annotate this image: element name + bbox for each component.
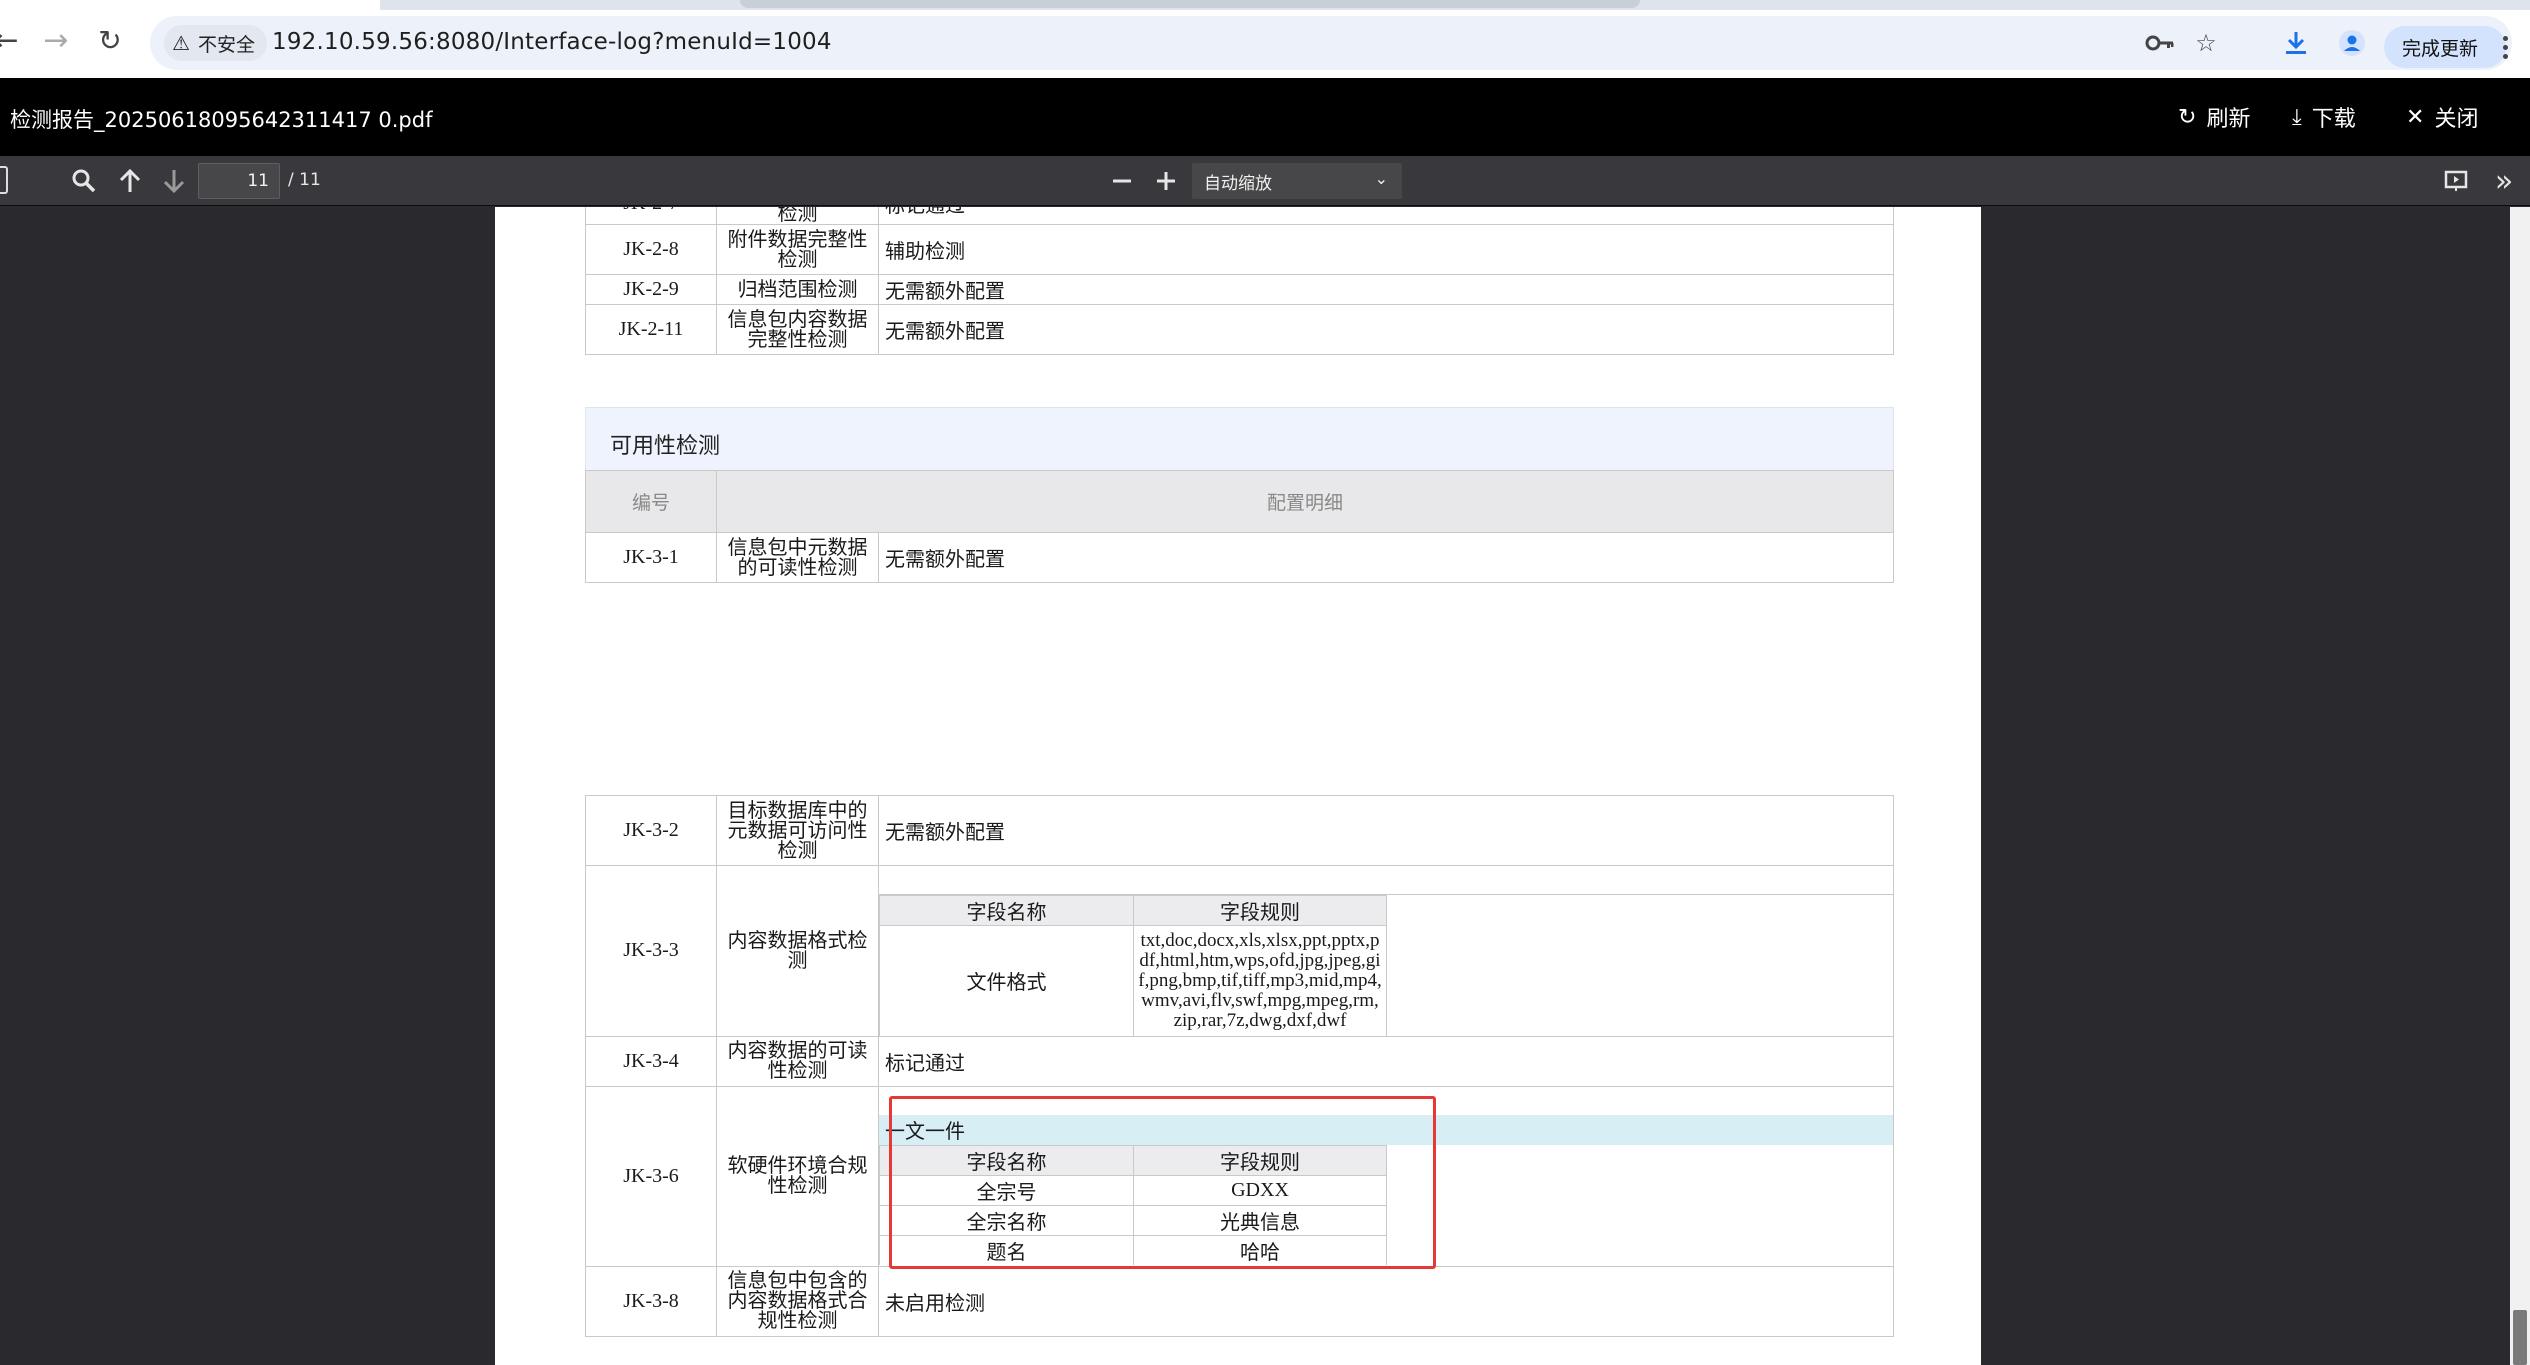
row-value: 辅助检测 [878,224,1894,275]
table-row: JK-2-8 附件数据完整性检测 辅助检测 [585,224,1894,275]
previous-page-icon[interactable] [112,164,148,198]
row-code: JK-2-11 [585,304,717,355]
row-value: 标记通过 [878,1035,1894,1087]
page-total: / 11 [288,170,321,190]
row-code: JK-2-8 [585,224,717,275]
security-chip[interactable]: ⚠ 不安全 [164,25,267,61]
vertical-scrollbar[interactable] [2510,207,2530,1365]
row-name: 附件数据完整性检测 [716,224,879,275]
table-row: JK-2-11 信息包内容数据完整性检测 无需额外配置 [585,304,1894,355]
row-name: 目标数据库中的元数据可访问性检测 [716,795,879,866]
security-label: 不安全 [197,33,255,56]
zoom-out-icon[interactable] [1104,164,1140,198]
file-name: 检测报告_20250618095642311417 0.pdf [10,108,433,132]
table-header: 编号 配置明细 [585,470,1894,533]
row-value: 无需额外配置 [878,795,1894,866]
row-value: 标记通过 [878,207,1894,225]
row-value: 未启用检测 [878,1265,1894,1337]
row-code: JK-3-6 [585,1085,717,1267]
page-number-input[interactable] [198,163,280,199]
refresh-label: 刷新 [2206,107,2251,132]
col-field-name: 字段名称 [879,895,1134,926]
forward-arrow-icon[interactable]: → [36,20,76,60]
presentation-mode-icon[interactable] [2438,164,2474,198]
password-key-icon[interactable] [2144,27,2176,59]
url-text[interactable]: 192.10.59.56:8080/Interface-log?menuId=1… [272,29,832,55]
refresh-icon: ↻ [2178,104,2197,130]
row-code: JK-2-9 [585,274,717,305]
browser-toolbar: ← → ↻ ⚠ 不安全 192.10.59.56:8080/Interface-… [0,10,2530,78]
inactive-tab[interactable] [740,0,1640,8]
header-code: 编号 [585,470,717,533]
download-icon: ⤓ [2292,104,2302,130]
browser-menu-icon[interactable] [2490,26,2520,68]
search-icon[interactable] [66,164,102,198]
table-row: JK-3-3 内容数据格式检测 字段名称 字段规则 文件格式 txt,doc,d… [585,865,1894,1037]
row-detail: 字段名称 字段规则 文件格式 txt,doc,docx,xls,xlsx,ppt… [878,865,1894,1037]
tools-menu-icon[interactable]: » [2486,164,2522,199]
table-row: JK-3-4 内容数据的可读性检测 标记通过 [585,1035,1894,1087]
table-row: JK-3-8 信息包中包含的内容数据格式合规性检测 未启用检测 [585,1265,1894,1337]
field-name: 文件格式 [879,925,1134,1036]
download-label: 下载 [2311,107,2356,132]
row-code: JK-3-8 [585,1265,717,1337]
row-name: 归档范围检测 [716,274,879,305]
bookmark-star-icon[interactable]: ☆ [2190,27,2222,59]
close-label: 关闭 [2434,107,2479,132]
row-code: JK-3-1 [585,532,717,583]
zoom-label: 自动缩放 [1204,173,1272,194]
row-value: 无需额外配置 [878,304,1894,355]
table-row: JK-3-2 目标数据库中的元数据可访问性检测 无需额外配置 [585,795,1894,866]
integrity-table: JK-2-7 内容数据完整性检测 标记通过 JK-2-8 附件数据完整性检测 辅… [585,207,1894,355]
format-rules-table: 字段名称 字段规则 文件格式 txt,doc,docx,xls,xlsx,ppt… [879,895,1387,1036]
warning-icon: ⚠ [172,31,190,55]
close-button[interactable]: ✕ 关闭 [2406,102,2479,133]
row-name: 信息包中元数据的可读性检测 [716,532,879,583]
highlight-annotation [889,1096,1436,1269]
table-row: JK-2-9 归档范围检测 无需额外配置 [585,274,1894,305]
sidebar-toggle-icon[interactable] [0,166,8,194]
row-value: 无需额外配置 [878,274,1894,305]
tab-strip [0,0,2530,10]
close-icon: ✕ [2406,104,2425,130]
row-name: 软硬件环境合规性检测 [716,1085,879,1267]
refresh-button[interactable]: ↻ 刷新 [2178,102,2251,133]
scrollbar-thumb[interactable] [2513,1310,2527,1365]
row-name: 信息包内容数据完整性检测 [716,304,879,355]
chevron-down-icon: ⌄ [1374,169,1388,188]
row-code: JK-3-3 [585,865,717,1037]
table-row: JK-3-1 信息包中元数据的可读性检测 无需额外配置 [585,532,1894,583]
table-row: JK-2-7 内容数据完整性检测 标记通过 [585,207,1894,225]
reload-icon[interactable]: ↻ [90,20,130,60]
zoom-select[interactable]: 自动缩放 ⌄ [1192,163,1402,199]
pdf-toolbar: / 11 自动缩放 ⌄ » [0,156,2530,206]
section-title: 可用性检测 [585,407,1894,471]
row-name: 内容数据的可读性检测 [716,1035,879,1087]
download-icon[interactable] [2280,27,2312,59]
row-code: JK-3-2 [585,795,717,866]
field-rule: txt,doc,docx,xls,xlsx,ppt,pptx,pdf,html,… [1133,925,1387,1036]
zoom-in-icon[interactable] [1148,164,1184,198]
download-button[interactable]: ⤓ 下载 [2292,102,2356,133]
active-tab[interactable] [0,0,380,10]
update-label: 完成更新 [2402,37,2479,60]
address-bar[interactable]: ⚠ 不安全 192.10.59.56:8080/Interface-log?me… [150,16,2512,70]
row-code: JK-3-4 [585,1035,717,1087]
row-name: 内容数据完整性检测 [716,207,879,225]
back-arrow-icon[interactable]: ← [0,20,26,60]
profile-avatar-icon[interactable] [2336,27,2368,59]
usability-table: JK-3-1 信息包中元数据的可读性检测 无需额外配置 [585,532,1894,583]
row-value: 无需额外配置 [878,532,1894,583]
next-page-icon[interactable] [156,164,192,198]
header-detail: 配置明细 [716,470,1894,533]
row-name: 信息包中包含的内容数据格式合规性检测 [716,1265,879,1337]
col-field-rule: 字段规则 [1133,895,1387,926]
update-button[interactable]: 完成更新 [2384,26,2506,68]
viewer-title-bar: 检测报告_20250618095642311417 0.pdf ↻ 刷新 ⤓ 下… [0,78,2530,156]
row-name: 内容数据格式检测 [716,865,879,1037]
row-code: JK-2-7 [585,207,717,225]
